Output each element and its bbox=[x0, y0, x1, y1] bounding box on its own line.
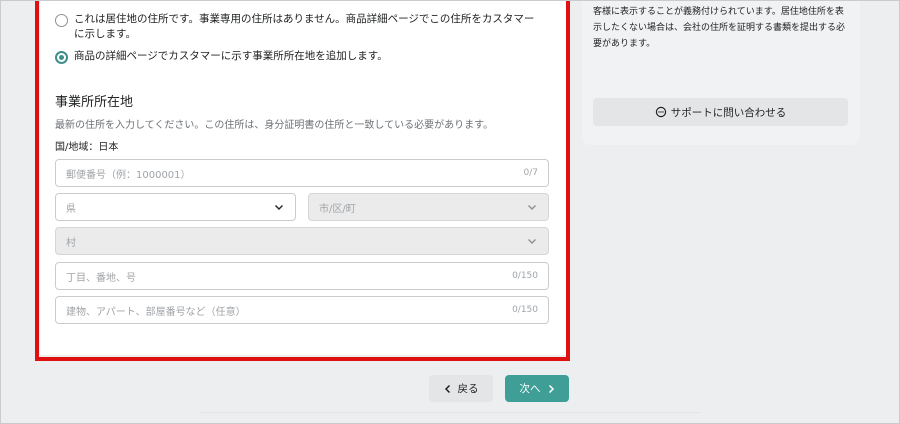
next-button[interactable]: 次へ bbox=[505, 375, 569, 402]
chevron-left-icon bbox=[444, 384, 450, 393]
city-placeholder: 市/区/町 bbox=[319, 203, 356, 215]
village-select[interactable]: 村 bbox=[55, 227, 549, 255]
chevron-right-icon bbox=[548, 384, 554, 393]
country-label: 国/地域：日本 bbox=[55, 142, 119, 153]
street-address-input[interactable]: 丁目、番地、号 0/150 bbox=[55, 262, 549, 290]
radio-residential-address[interactable]: これは居住地の住所です。事業専用の住所はありません。商品詳細ページでこの住所をカ… bbox=[55, 12, 544, 42]
contact-support-label: サポートに問い合わせる bbox=[670, 106, 787, 119]
chevron-down-icon bbox=[528, 239, 536, 244]
chat-bubble-icon bbox=[655, 106, 666, 118]
section-title: 事業所所在地 bbox=[55, 95, 134, 110]
prefecture-placeholder: 県 bbox=[66, 203, 76, 215]
chevron-down-icon bbox=[275, 205, 283, 210]
sidebar-notice: 客様に表示することが義務付けられています。居住地住所を表示したくない場合は、会社… bbox=[593, 7, 846, 49]
radio-business-label: 商品の詳細ページでカスタマーに示す事業所所在地を追加します。 bbox=[74, 50, 388, 62]
building-placeholder: 建物、アパート、部屋番号など（任意） bbox=[66, 306, 246, 318]
footer-divider bbox=[200, 412, 700, 413]
postal-code-counter: 0/7 bbox=[523, 168, 538, 178]
radio-residential-label: これは居住地の住所です。事業専用の住所はありません。商品詳細ページでこの住所をカ… bbox=[74, 13, 535, 40]
building-counter: 0/150 bbox=[512, 305, 538, 315]
street-address-counter: 0/150 bbox=[512, 271, 538, 281]
contact-support-button[interactable]: サポートに問い合わせる bbox=[593, 98, 848, 126]
next-button-label: 次へ bbox=[519, 383, 541, 395]
postal-code-placeholder: 郵便番号（例：1000001） bbox=[66, 169, 191, 181]
postal-code-input[interactable]: 郵便番号（例：1000001） 0/7 bbox=[55, 159, 549, 187]
radio-business-address[interactable]: 商品の詳細ページでカスタマーに示す事業所所在地を追加します。 bbox=[55, 49, 388, 64]
radio-button-checked[interactable] bbox=[55, 51, 68, 64]
village-placeholder: 村 bbox=[66, 237, 76, 249]
chevron-down-icon bbox=[528, 205, 536, 210]
back-button[interactable]: 戻る bbox=[429, 375, 493, 402]
street-address-placeholder: 丁目、番地、号 bbox=[66, 272, 136, 284]
back-button-label: 戻る bbox=[457, 383, 479, 395]
building-input[interactable]: 建物、アパート、部屋番号など（任意） 0/150 bbox=[55, 296, 549, 324]
radio-button-unchecked[interactable] bbox=[55, 14, 68, 27]
prefecture-select[interactable]: 県 bbox=[55, 193, 296, 221]
section-description: 最新の住所を入力してください。この住所は、身分証明書の住所と一致している必要があ… bbox=[55, 120, 494, 131]
city-select[interactable]: 市/区/町 bbox=[308, 193, 549, 221]
